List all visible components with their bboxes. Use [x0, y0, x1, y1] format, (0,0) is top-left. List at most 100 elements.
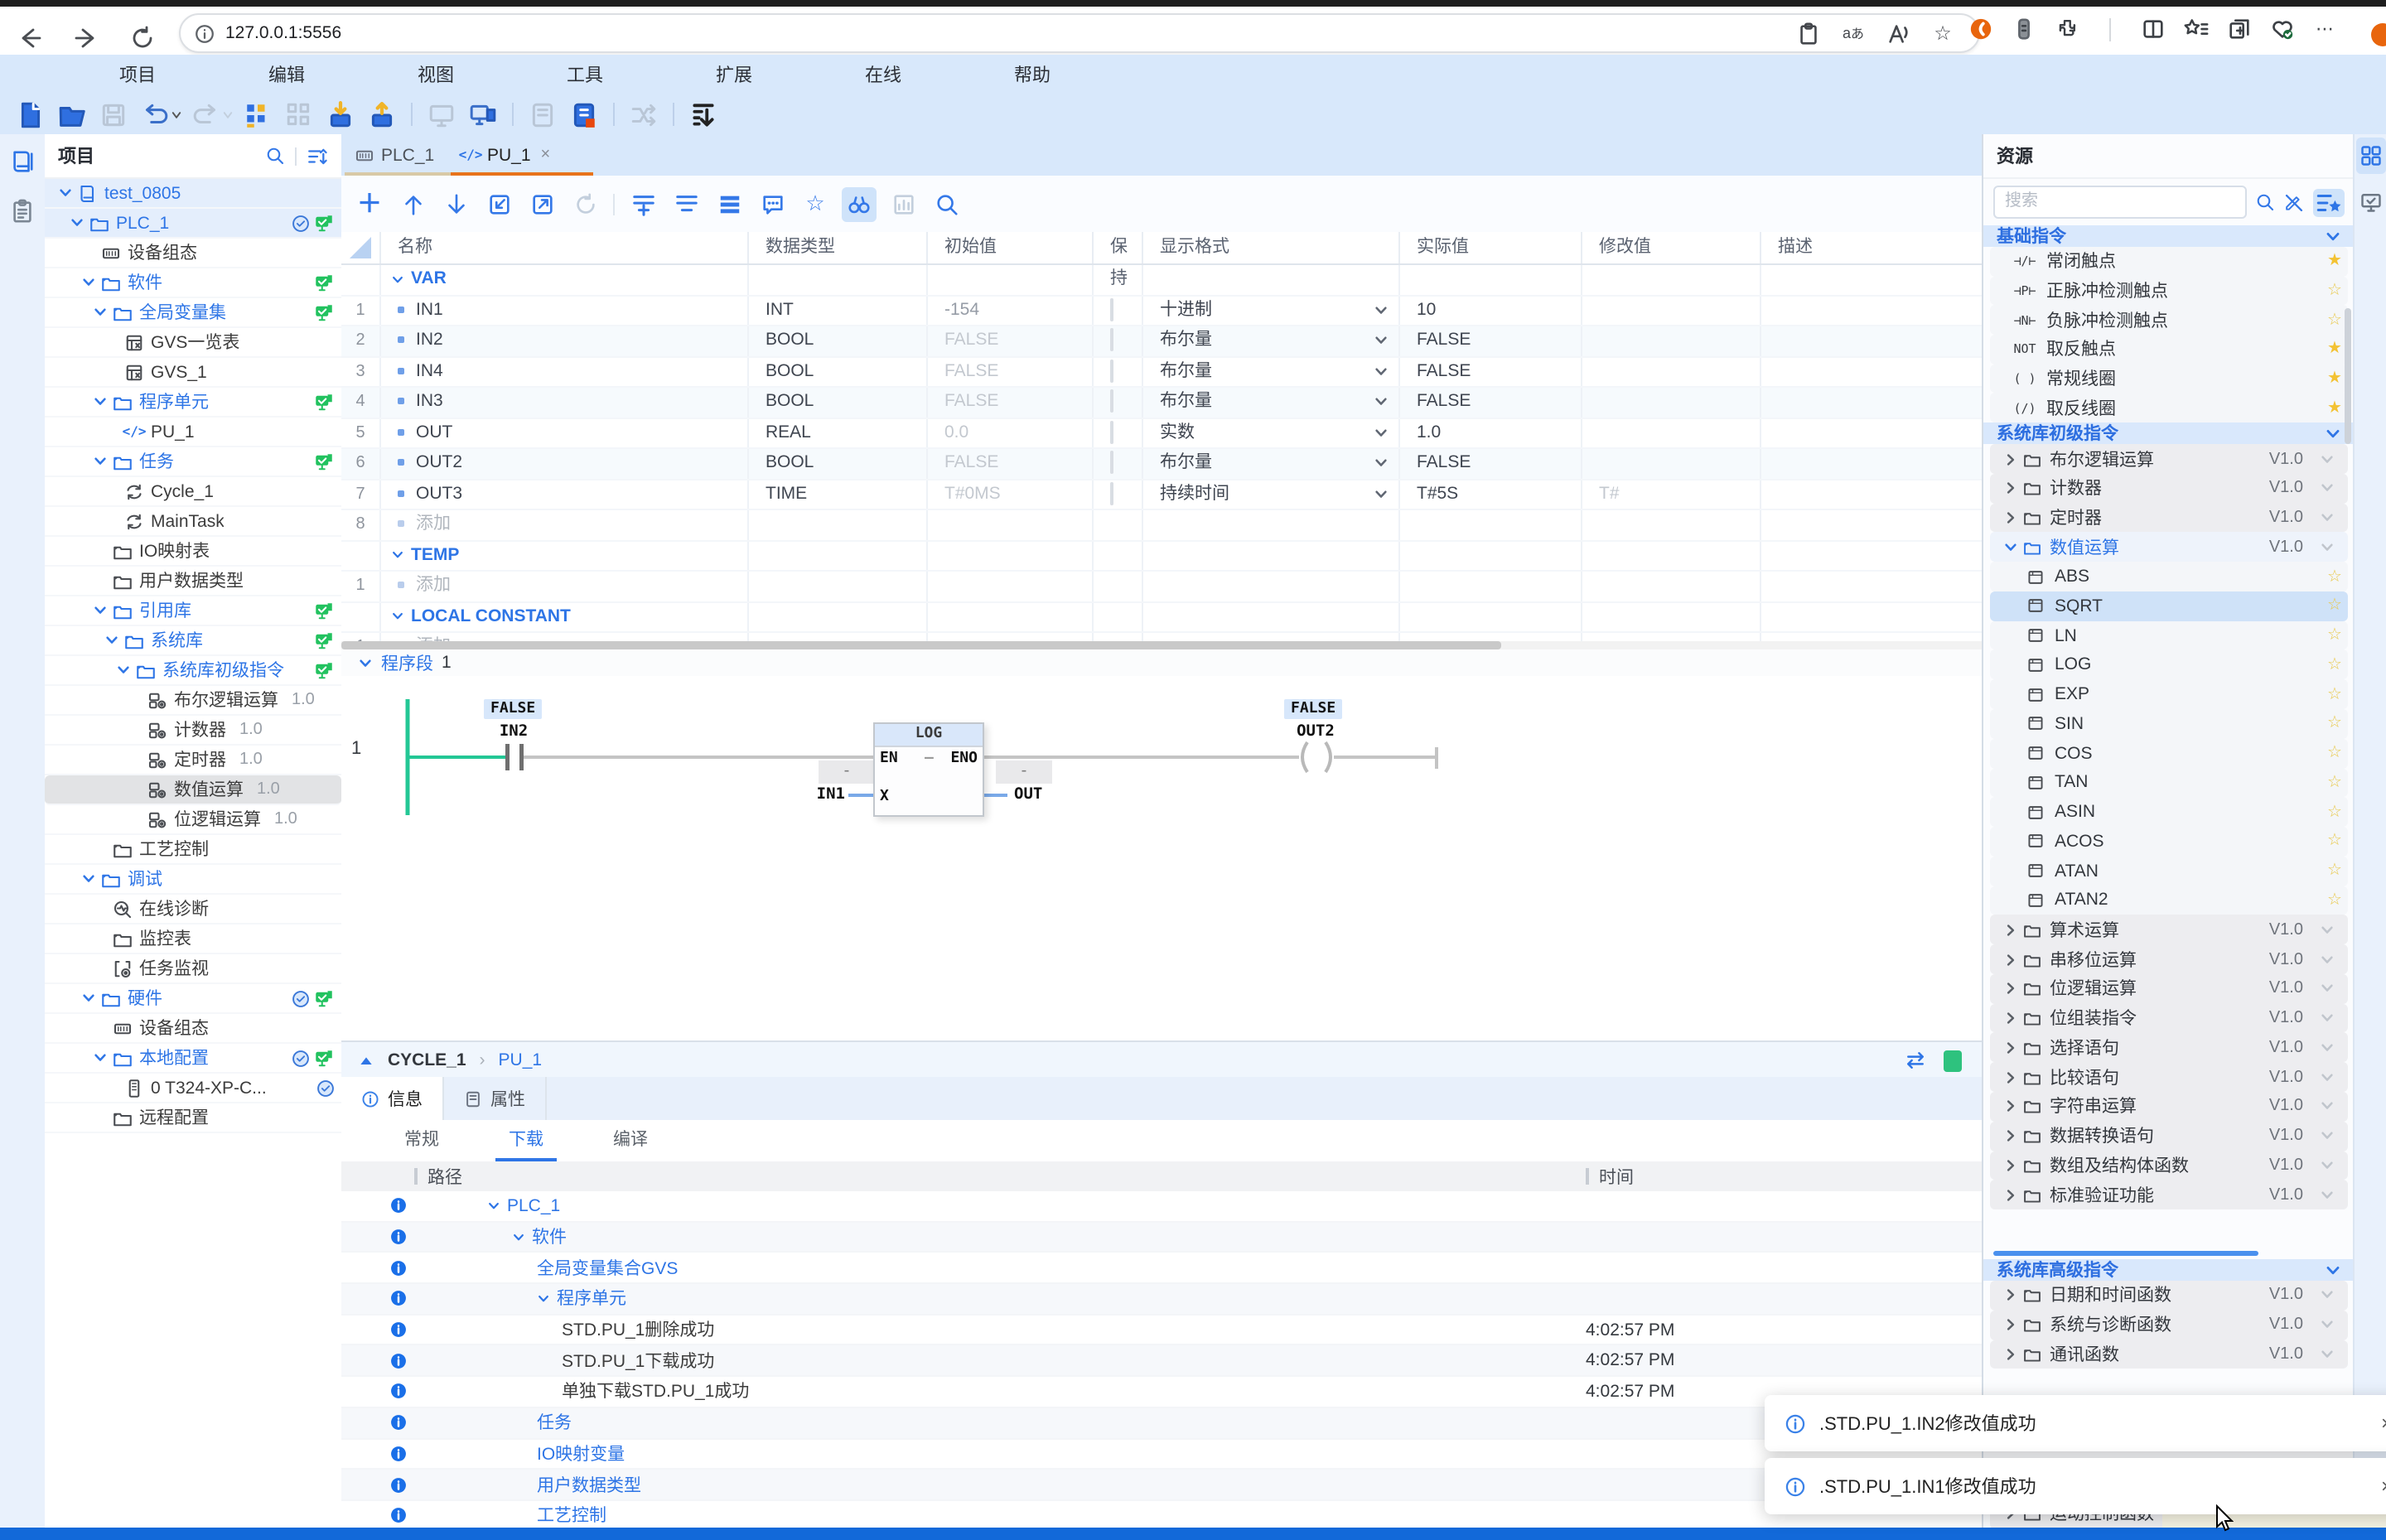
info-subtab-下载[interactable]: 下载	[502, 1120, 550, 1161]
chevron-down-icon[interactable]	[2320, 1187, 2335, 1202]
menu-0[interactable]: 项目	[103, 61, 172, 88]
resource-folder-选择语句[interactable]: 选择语句V1.0	[1990, 1033, 2348, 1063]
chevron-down-icon[interactable]	[58, 186, 73, 200]
resource-folder-位逻辑运算[interactable]: 位逻辑运算V1.0	[1990, 974, 2348, 1004]
chevron-right-icon[interactable]	[2003, 982, 2018, 997]
select-all-corner[interactable]	[350, 237, 371, 258]
block-output-operand[interactable]: OUT	[1014, 785, 1042, 804]
star-icon[interactable]: ☆	[2321, 567, 2348, 586]
menu-5[interactable]: 在线	[848, 61, 918, 88]
star-icon[interactable]: ☆	[2321, 597, 2348, 616]
clipboard-icon[interactable]	[1796, 21, 1821, 46]
chevron-down-icon[interactable]	[2320, 1347, 2335, 1362]
open-folder-icon[interactable]	[58, 100, 86, 128]
tree-item[interactable]: 数值运算 1.0	[45, 775, 341, 805]
tree-item[interactable]: 引用库	[45, 596, 341, 626]
edit-crossed-icon[interactable]	[2283, 191, 2305, 213]
section-basic[interactable]: 基础指令	[1983, 225, 2355, 247]
star-icon[interactable]: ★	[2321, 253, 2348, 271]
star-icon[interactable]: ☆	[2321, 715, 2348, 733]
back-icon[interactable]	[17, 25, 43, 51]
retain-checkbox[interactable]	[1110, 481, 1113, 504]
chevron-down-icon[interactable]	[2320, 1011, 2335, 1026]
tree-item[interactable]: 在线诊断	[45, 895, 341, 924]
star-icon[interactable]: ☆	[2321, 833, 2348, 851]
resource-folder-字符串运算[interactable]: 字符串运算V1.0	[1990, 1092, 2348, 1122]
resource-func-ASIN[interactable]: ASIN☆	[1990, 798, 2348, 828]
monitor-plug-icon[interactable]	[469, 100, 497, 128]
sort-download-icon[interactable]	[689, 100, 717, 128]
resource-folder-数值运算[interactable]: 数值运算V1.0	[1990, 533, 2348, 562]
resource-folder-比较语句[interactable]: 比较语句V1.0	[1990, 1062, 2348, 1092]
tree-item[interactable]: test_0805	[45, 179, 341, 209]
star-icon[interactable]: ☆	[2321, 685, 2348, 703]
editor-tab-PU_1[interactable]: </> PU_1 ×	[447, 134, 596, 176]
chevron-down-icon[interactable]	[93, 454, 108, 469]
close-icon[interactable]: ×	[541, 146, 551, 164]
format-dropdown[interactable]: 十进制	[1143, 296, 1400, 325]
close-icon[interactable]: ×	[2381, 1475, 2386, 1498]
resource-folder-数组及结构体函数[interactable]: 数组及结构体函数V1.0	[1990, 1151, 2348, 1180]
chevron-right-icon[interactable]	[2003, 1317, 2018, 1332]
info-row[interactable]: 软件	[341, 1222, 1982, 1253]
panel-sort-icon[interactable]	[307, 145, 328, 167]
retain-checkbox[interactable]	[1110, 389, 1113, 413]
close-icon[interactable]: ×	[2381, 1412, 2386, 1435]
info-row[interactable]: IO映射变量	[341, 1439, 1982, 1470]
chevron-down-icon[interactable]	[93, 305, 108, 320]
resource-folder-标准验证功能[interactable]: 标准验证功能V1.0	[1990, 1180, 2348, 1210]
menu-2[interactable]: 视图	[401, 61, 471, 88]
collections-icon[interactable]	[2227, 17, 2252, 41]
favorite-button[interactable]: ☆	[803, 191, 828, 216]
clipboard-view-icon[interactable]	[10, 199, 35, 224]
resource-folder-日期和时间函数[interactable]: 日期和时间函数V1.0	[1990, 1281, 2348, 1311]
menu-4[interactable]: 扩展	[699, 61, 769, 88]
tree-item[interactable]: 计数器 1.0	[45, 716, 341, 746]
resource-folder-布尔逻辑运算[interactable]: 布尔逻辑运算V1.0	[1990, 444, 2348, 474]
import-button[interactable]	[486, 191, 511, 216]
chevron-down-icon[interactable]	[93, 1050, 108, 1065]
breadcrumb-task[interactable]: CYCLE_1	[388, 1050, 466, 1070]
resource-folder-系统与诊断函数[interactable]: 系统与诊断函数V1.0	[1990, 1311, 2348, 1340]
tree-item[interactable]: IO映射表	[45, 537, 341, 567]
chevron-right-icon[interactable]	[2003, 1069, 2018, 1084]
format-dropdown[interactable]: 布尔量	[1143, 449, 1400, 478]
chevron-right-icon[interactable]	[2003, 1288, 2018, 1303]
chevron-down-icon[interactable]	[70, 215, 85, 230]
zoom-button[interactable]	[934, 191, 959, 216]
format-dropdown[interactable]: 实数	[1143, 418, 1400, 447]
tree-item[interactable]: 全局变量集	[45, 298, 341, 328]
info-row[interactable]: 单独下载STD.PU_1成功 4:02:57 PM	[341, 1377, 1982, 1407]
tree-item[interactable]: 系统库	[45, 626, 341, 656]
menu-1[interactable]: 编辑	[252, 61, 321, 88]
star-icon[interactable]: ☆	[2321, 803, 2348, 821]
search-icon[interactable]	[265, 146, 285, 166]
resource-func-SQRT[interactable]: SQRT☆	[1990, 591, 2348, 621]
star-icon[interactable]: ☆	[2321, 891, 2348, 910]
resource-func-ABS[interactable]: ABS☆	[1990, 562, 2348, 591]
program-section-header[interactable]: 程序段 1	[341, 649, 1982, 676]
contact-operand[interactable]: IN2	[484, 722, 543, 741]
extension-gray-icon[interactable]	[2012, 17, 2036, 41]
tree-item[interactable]: 任务监视	[45, 954, 341, 984]
coil-operand[interactable]: OUT2	[1284, 722, 1347, 741]
forward-icon[interactable]	[73, 25, 99, 51]
reload-icon[interactable]	[129, 25, 156, 51]
chevron-down-icon[interactable]	[2320, 923, 2335, 938]
filter-favorites-icon[interactable]	[2313, 188, 2345, 216]
translate-icon[interactable]: aあ	[1841, 21, 1866, 46]
move-down-button[interactable]	[443, 191, 468, 216]
tree-item[interactable]: 软件	[45, 268, 341, 298]
tree-item[interactable]: MainTask	[45, 507, 341, 537]
var-row-IN1[interactable]: 1 IN1 INT -154 十进制 10	[341, 296, 1982, 326]
section-primary[interactable]: 系统库初级指令	[1983, 422, 2355, 444]
basic-instruction-取反触点[interactable]: NOT 取反触点★	[1990, 335, 2348, 364]
chevron-down-icon[interactable]	[2320, 1040, 2335, 1055]
tree-item[interactable]: 0 T324-XP-C...	[45, 1074, 341, 1103]
insert-below-button[interactable]	[674, 191, 698, 216]
chevron-down-icon[interactable]	[81, 991, 96, 1006]
export-button[interactable]	[529, 191, 554, 216]
card-blue-icon[interactable]	[570, 100, 598, 128]
chevron-down-icon[interactable]	[93, 603, 108, 618]
chevron-down-icon[interactable]	[2320, 1158, 2335, 1173]
